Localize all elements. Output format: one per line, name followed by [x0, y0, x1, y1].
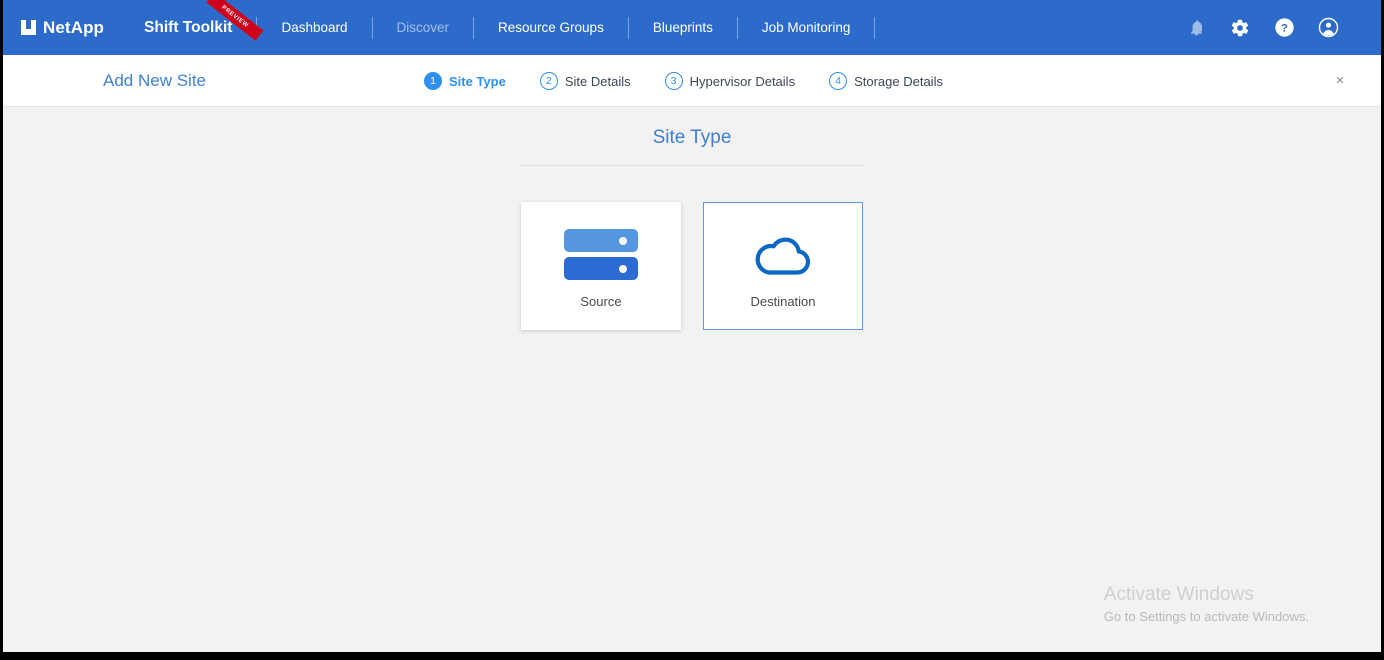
nav-divider: [473, 17, 474, 39]
nav-item-resource-groups[interactable]: Resource Groups: [476, 0, 626, 55]
nav-divider: [737, 17, 738, 39]
main-content: Site Type Source Destina: [3, 107, 1381, 652]
server-bar-bottom: [564, 257, 638, 280]
nav-divider: [372, 17, 373, 39]
svg-text:?: ?: [1281, 23, 1288, 35]
nav-divider: [256, 17, 257, 39]
netapp-logo-text: NetApp: [43, 18, 104, 38]
product-title: Shift Toolkit: [144, 19, 232, 37]
user-account-icon[interactable]: [1317, 17, 1339, 39]
wizard-header: Add New Site 1 Site Type 2 Site Details …: [3, 55, 1381, 107]
help-icon[interactable]: ?: [1273, 17, 1295, 39]
nav-divider: [628, 17, 629, 39]
step-label: Site Details: [565, 74, 631, 89]
wizard-step-indicator: 1 Site Type 2 Site Details 3 Hypervisor …: [424, 55, 943, 107]
nav-item-dashboard[interactable]: Dashboard: [259, 0, 369, 55]
step-label: Hypervisor Details: [690, 74, 795, 89]
site-type-card-group: Source Destination: [3, 202, 1381, 330]
wizard-step-site-details[interactable]: 2 Site Details: [540, 72, 631, 90]
step-number: 3: [665, 72, 683, 90]
nav-item-job-monitoring[interactable]: Job Monitoring: [740, 0, 873, 55]
nav-divider: [874, 17, 875, 39]
close-icon[interactable]: ×: [1329, 70, 1351, 92]
watermark-title: Activate Windows: [1104, 583, 1309, 607]
wizard-step-hypervisor-details[interactable]: 3 Hypervisor Details: [665, 72, 795, 90]
card-label: Destination: [750, 294, 815, 309]
top-navigation-bar: NetApp Shift Toolkit PREVIEW Dashboard D…: [3, 0, 1381, 55]
section-title: Site Type: [520, 127, 864, 165]
settings-gear-icon[interactable]: [1229, 17, 1251, 39]
application-window: NetApp Shift Toolkit PREVIEW Dashboard D…: [3, 0, 1381, 652]
site-type-card-destination[interactable]: Destination: [703, 202, 863, 330]
page-title: Add New Site: [103, 71, 206, 91]
card-label: Source: [580, 294, 621, 309]
wizard-step-storage-details[interactable]: 4 Storage Details: [829, 72, 943, 90]
site-type-card-source[interactable]: Source: [521, 202, 681, 330]
server-stack-icon: [564, 224, 638, 286]
section-header: Site Type: [520, 107, 864, 166]
step-number: 2: [540, 72, 558, 90]
server-bar-top: [564, 229, 638, 252]
windows-activation-watermark: Activate Windows Go to Settings to activ…: [1104, 583, 1309, 626]
cloud-icon: [751, 224, 815, 286]
wizard-step-site-type[interactable]: 1 Site Type: [424, 72, 506, 90]
notifications-bell-icon[interactable]: [1185, 17, 1207, 39]
step-number: 4: [829, 72, 847, 90]
nav-item-discover[interactable]: Discover: [375, 0, 472, 55]
topbar-icon-group: ?: [1185, 17, 1361, 39]
section-divider: [520, 165, 864, 166]
nav-item-blueprints[interactable]: Blueprints: [631, 0, 735, 55]
product-title-group: Shift Toolkit PREVIEW: [144, 19, 250, 37]
step-label: Storage Details: [854, 74, 943, 89]
netapp-logo[interactable]: NetApp: [21, 18, 104, 38]
watermark-subtitle: Go to Settings to activate Windows.: [1104, 607, 1309, 627]
netapp-logo-mark-icon: [21, 20, 36, 35]
step-label: Site Type: [449, 74, 506, 89]
step-number: 1: [424, 72, 442, 90]
